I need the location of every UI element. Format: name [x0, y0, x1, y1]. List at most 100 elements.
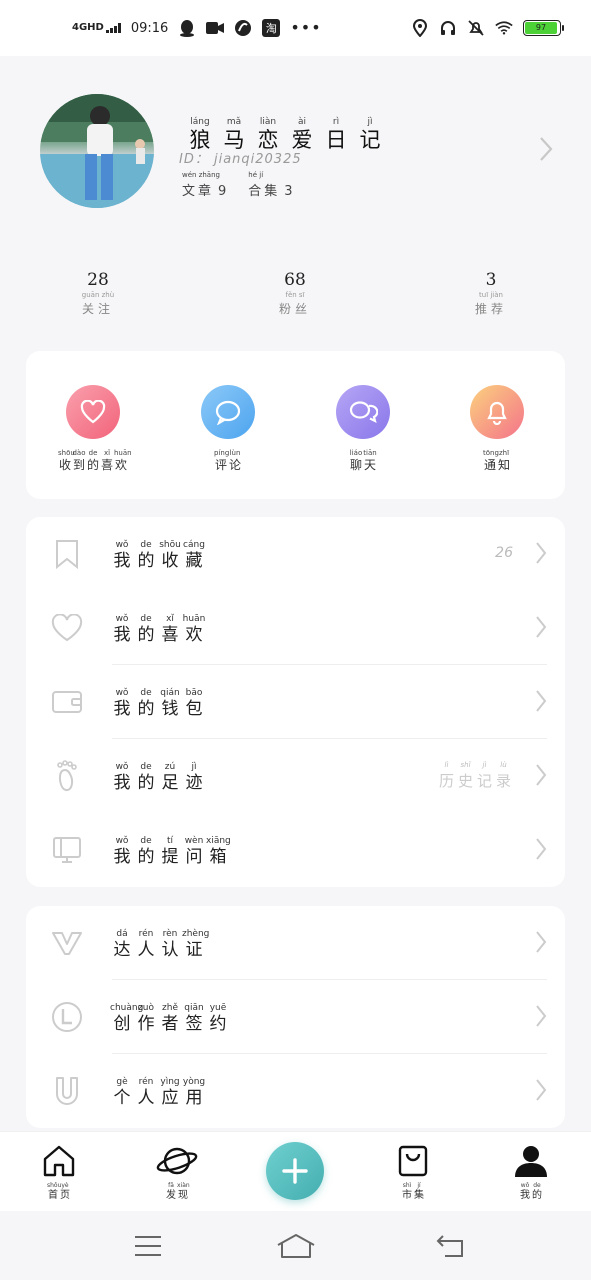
collection-count[interactable]: hé jí 合集 3 [248, 171, 292, 199]
chevron-right-icon [535, 763, 547, 791]
pinyin: mǎ [226, 117, 242, 127]
ruby-char: rén 人 [134, 928, 158, 960]
chevron-right-icon [535, 541, 547, 569]
nav-home[interactable]: shǒu 首 yè 页 [29, 1142, 89, 1202]
ruby-char: de 的 [134, 835, 158, 867]
pinyin: shǒu [47, 1182, 62, 1189]
nav-label: shǒu 首 yè 页 [29, 1182, 89, 1202]
menu-row-my-likes[interactable]: wǒ 我 de 的 xǐ 喜 huān 欢 [26, 591, 565, 665]
ruby-char: xiāng 箱 [206, 835, 231, 867]
hanzi: 市 [402, 1190, 412, 1201]
question-box-icon [50, 833, 84, 867]
pinyin: dào [72, 449, 86, 457]
pinyin: tiān [363, 449, 377, 457]
action-label: liáo 聊 tiān 天 [308, 449, 418, 472]
hanzi: 的 [137, 551, 155, 571]
pinyin: fā [168, 1182, 174, 1189]
hanzi: 页 [60, 1190, 70, 1201]
hanzi: 我 [113, 847, 131, 867]
stat-recommended[interactable]: 3 tuī jiàn 推荐 [451, 270, 531, 317]
menu-row-creator-contract[interactable]: chuàng 创 zuò 作 zhě 者 qiān 签 yuē 约 [26, 980, 565, 1054]
ruby-char: tiān 天 [363, 449, 377, 472]
nav-discover[interactable]: fā 发 xiàn 现 [147, 1142, 207, 1202]
menu-row-my-wallet[interactable]: wǒ 我 de 的 qián 钱 bāo 包 [26, 665, 565, 739]
pinyin: de [533, 1182, 541, 1189]
chevron-right-icon[interactable] [539, 136, 553, 166]
hanzi: 知 [497, 458, 510, 472]
ruby-char: jì 迹 [182, 761, 206, 793]
pinyin: wǒ [115, 688, 129, 698]
nav-market[interactable]: shì 市 jí 集 [383, 1142, 443, 1202]
pinyin: xiàn [177, 1182, 190, 1189]
ruby-char: tí 提 [158, 835, 182, 867]
home-system-icon[interactable] [276, 1231, 316, 1261]
add-post-button[interactable] [266, 1142, 324, 1200]
hanzi: 聊 [349, 458, 362, 472]
pinyin: shǐ [460, 761, 471, 769]
shopping-bag-icon [383, 1142, 443, 1180]
hanzi: 我 [113, 699, 131, 719]
profile-header[interactable]: láng 狼 mǎ 马 liàn 恋 ài 爱 rì 日 jì 记 ID： jianqi20325 w… [0, 56, 591, 252]
menu-row-my-question-box[interactable]: wǒ 我 de 的 tí 提 wèn 问 xiāng 箱 [26, 813, 565, 887]
stats-row: 28 guān zhù 关注 68 fěn sī 粉丝 3 tuī jiàn 推… [0, 270, 591, 330]
pinyin: jì [191, 762, 197, 772]
ruby-char: shì 市 [401, 1182, 413, 1202]
ruby-char: píng 评 [214, 449, 229, 472]
pinyin: zú [164, 762, 176, 772]
article-count[interactable]: wén zhāng 文章 9 [182, 171, 226, 199]
hanzi: 喜 [161, 625, 179, 645]
hanzi: 包 [185, 699, 203, 719]
action-received-likes[interactable]: shōu 收 dào 到 de 的 xǐ 喜 huān 欢 [38, 385, 148, 472]
menu-row-personal-apps[interactable]: gè 个 rén 人 yìng 应 yòng 用 [26, 1054, 565, 1128]
ruby-char: jì 记 [475, 760, 494, 791]
pinyin: lì [444, 761, 449, 769]
ruby-char: yìng 应 [158, 1076, 182, 1108]
action-chat[interactable]: liáo 聊 tiān 天 [308, 385, 418, 472]
heart-outline-icon [50, 611, 84, 645]
hanzi: 的 [137, 847, 155, 867]
action-notifications[interactable]: tōng 通 zhī 知 [442, 385, 552, 472]
pinyin: qián [160, 688, 180, 698]
action-comments[interactable]: píng 评 lùn 论 [173, 385, 283, 472]
ruby-char: de 的 [134, 613, 158, 645]
pinyin: zhèng [182, 929, 210, 939]
menu-row-my-footprints[interactable]: wǒ 我 de 的 zú 足 jì 迹 lì 历 shǐ 史 jì 记 lù 录 [26, 739, 565, 813]
collection-count-value: 3 [284, 184, 293, 199]
menu-icon[interactable] [128, 1231, 168, 1261]
menu-card-primary: wǒ 我 de 的 shōu 收 cáng 藏 26 wǒ 我 de 的 xǐ 喜 huān 欢 wǒ 我 de… [26, 517, 565, 887]
hanzi: 提 [161, 847, 179, 867]
menu-label: wǒ 我 de 的 shōu 收 cáng 藏 [110, 539, 206, 571]
pinyin: wèn [184, 836, 204, 846]
comment-icon [201, 385, 255, 439]
back-icon[interactable] [430, 1231, 470, 1261]
ruby-char: yuē 约 [206, 1002, 230, 1034]
hanzi: 的 [532, 1190, 542, 1201]
hanzi: 证 [185, 940, 203, 960]
pinyin: de [140, 836, 152, 846]
hanzi: 的 [137, 625, 155, 645]
menu-row-my-favorites[interactable]: wǒ 我 de 的 shōu 收 cáng 藏 26 [26, 517, 565, 591]
pinyin: wǒ [115, 614, 129, 624]
ruby-char: lì 历 [437, 760, 456, 791]
hanzi: 喜 [100, 458, 113, 472]
pinyin: shōu [159, 540, 181, 550]
hanzi: 的 [86, 458, 99, 472]
chat-icon [336, 385, 390, 439]
ruby-char: shǒu 首 [47, 1182, 62, 1202]
ruby-char: zú 足 [158, 761, 182, 793]
avatar[interactable] [40, 94, 154, 208]
menu-row-expert-verification[interactable]: dá 达 rén 人 rèn 认 zhèng 证 [26, 906, 565, 980]
chevron-right-icon [535, 837, 547, 865]
ruby-char: rén 人 [134, 1076, 158, 1108]
ruby-char: tōng 通 [483, 449, 499, 472]
hanzi: 人 [137, 1088, 155, 1108]
pinyin: gè [116, 1077, 128, 1087]
pinyin: liáo [349, 449, 363, 457]
stat-followers[interactable]: 68 fěn sī 粉丝 [255, 270, 335, 317]
pinyin: tí [166, 836, 174, 846]
stat-following[interactable]: 28 guān zhù 关注 [58, 270, 138, 317]
ruby-char: de 的 [86, 449, 100, 472]
hanzi: 藏 [185, 551, 203, 571]
ruby-char: shōu 收 [58, 449, 75, 472]
nav-me[interactable]: wǒ 我 de 的 [501, 1142, 561, 1202]
